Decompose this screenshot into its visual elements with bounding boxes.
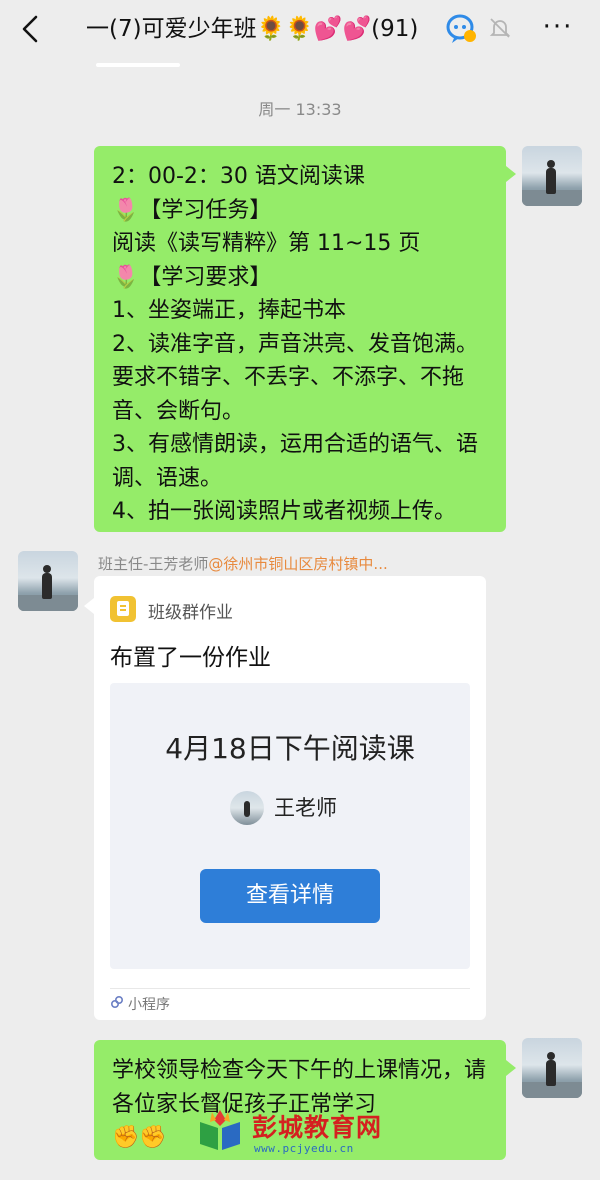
card-divider [110,988,470,989]
book-logo-icon [200,1110,240,1150]
message-line: 🌷【学习任务】 [112,197,272,223]
self-avatar[interactable] [522,146,582,206]
sender-label: 班主任-王芳老师@徐州市铜山区房村镇中... [98,553,388,574]
card-description: 布置了一份作业 [110,645,271,671]
homework-app-icon [110,596,136,622]
message-line: 2：00-2：30 语文阅读课 [112,164,365,189]
message-timestamp: 周一 13:33 [258,100,342,119]
message-bubble-outgoing[interactable]: 2：00-2：30 语文阅读课 🌷【学习任务】 阅读《读写精粹》第 11~15 … [94,146,516,532]
message-line: 1、坐姿端正，捧起书本 [112,298,346,323]
scroll-indicator [96,63,180,67]
homework-card[interactable]: 班级群作业 布置了一份作业 4月18日下午阅读课 王老师 查看详情 小程序 [84,576,486,1020]
self-avatar[interactable] [522,1038,582,1098]
chat-header: 一(7)可爱少年班🌻🌻💕💕(91) ··· [0,0,600,58]
voice-chat-icon[interactable] [446,14,478,44]
teacher-name: 王老师 [274,796,337,820]
mini-program-label: 小程序 [128,997,170,1013]
teacher-avatar [230,791,264,825]
chat-title[interactable]: 一(7)可爱少年班🌻🌻💕💕(91) [86,12,486,46]
watermark-name: 彭城教育网 [252,1113,383,1142]
sender-avatar[interactable] [18,551,78,611]
mini-program-icon [110,995,124,1009]
message-line: 4、拍一张阅读照片或者视频上传。 [112,499,456,524]
fist-emoji: ✊✊ [112,1125,167,1150]
card-app-name: 班级群作业 [148,603,233,623]
message-line: 3、有感情朗读，运用合适的语气、语调、语速。 [112,432,478,491]
sender-org: @徐州市铜山区房村镇中... [208,555,388,573]
watermark-url: www.pcjyedu.cn [254,1142,354,1155]
back-chevron-icon[interactable] [18,14,44,44]
message-line: 🌷【学习要求】 [112,264,272,290]
view-details-button[interactable]: 查看详情 [200,869,380,923]
sender-name: 班主任-王芳老师 [98,555,209,573]
bell-mute-icon [489,18,511,38]
message-line: 阅读《读写精粹》第 11~15 页 [112,231,421,256]
message-line: 2、读准字音，声音洪亮、发音饱满。要求不错字、不丢字、不添字、不拖音、会断句。 [112,331,478,424]
assignment-title: 4月18日下午阅读课 [165,732,415,765]
card-preview: 4月18日下午阅读课 王老师 查看详情 [110,683,470,969]
site-watermark: 彭城教育网 www.pcjyedu.cn [196,1108,406,1158]
more-options-icon[interactable]: ··· [540,13,576,43]
